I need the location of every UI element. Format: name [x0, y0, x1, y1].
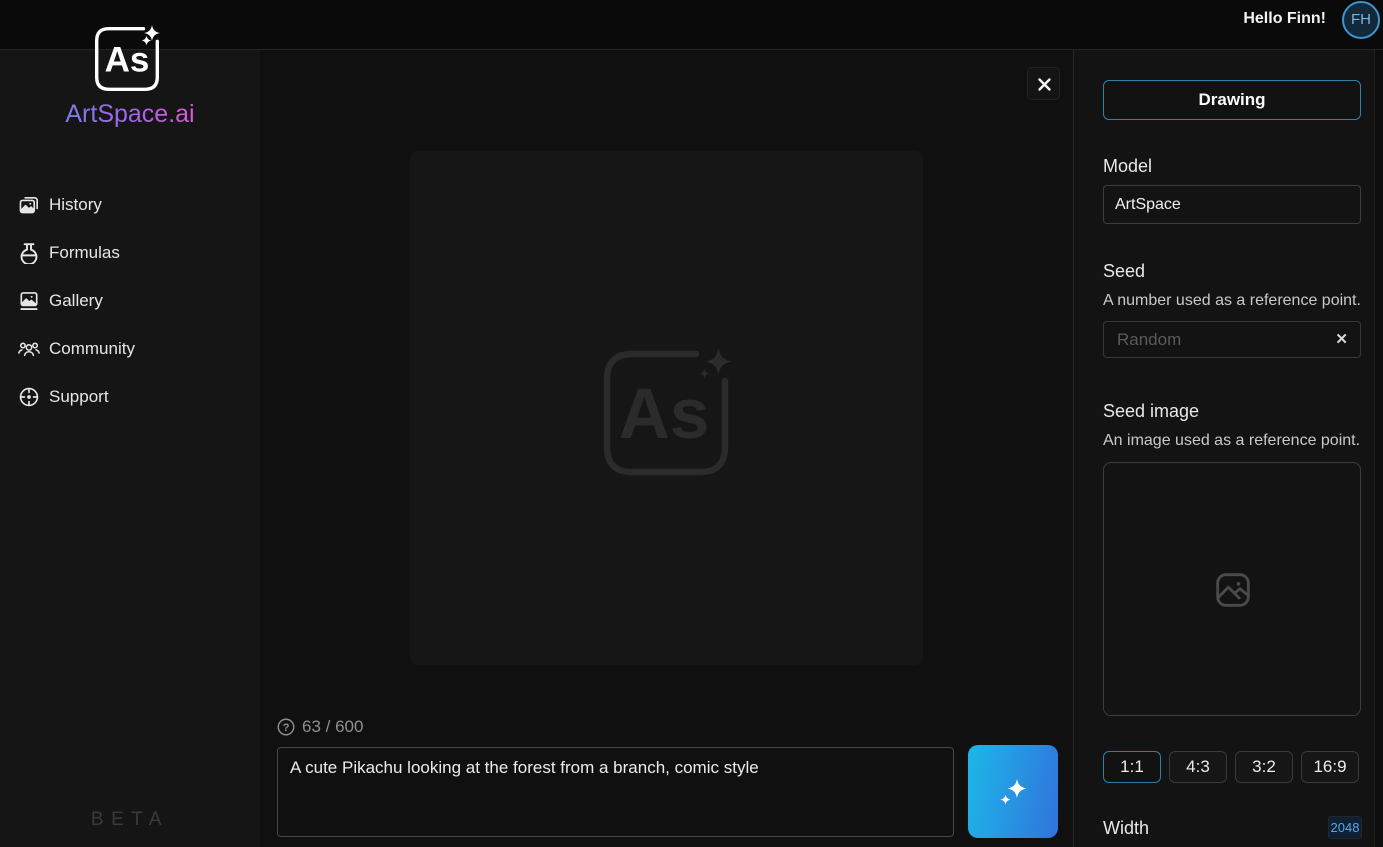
svg-text:As: As	[619, 375, 710, 454]
svg-text:?: ?	[283, 722, 290, 734]
svg-text:As: As	[105, 41, 150, 80]
